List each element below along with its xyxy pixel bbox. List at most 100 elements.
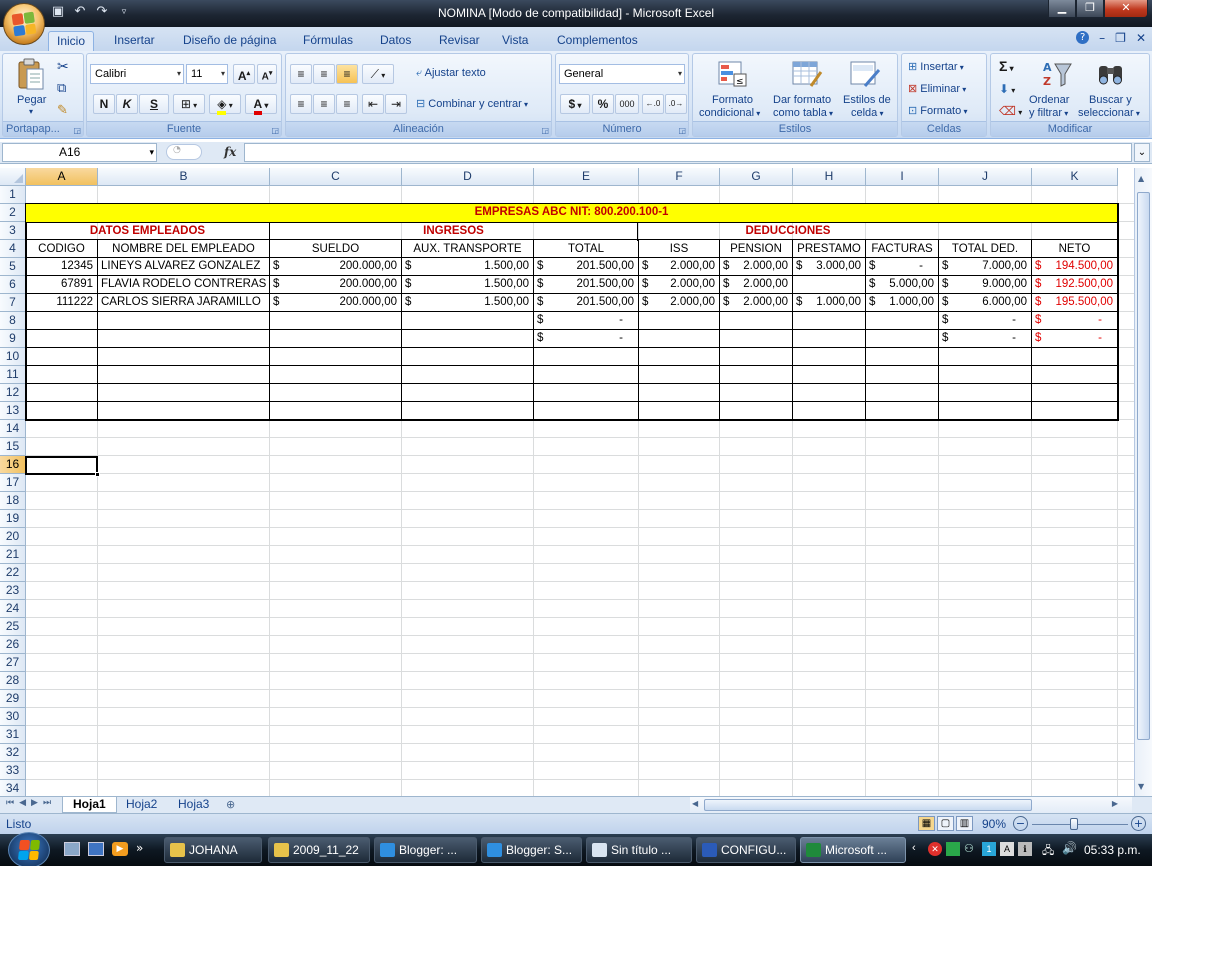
row-header-27[interactable]: 27 (0, 654, 26, 672)
row-header-28[interactable]: 28 (0, 672, 26, 690)
media-player-icon[interactable]: ▶ (112, 842, 128, 856)
orientation-button[interactable]: ⟋ ▾ (362, 64, 394, 84)
cell-neto[interactable]: 194.500,00 (1044, 260, 1116, 272)
cell-facturas[interactable]: - (878, 260, 937, 272)
wrap-text-button[interactable]: ⤶ Ajustar texto (416, 67, 486, 80)
row-header-5[interactable]: 5 (0, 258, 26, 276)
row-header-26[interactable]: 26 (0, 636, 26, 654)
column-header-c[interactable]: C (270, 168, 402, 186)
cell-total-ded[interactable]: 7.000,00 (951, 260, 1030, 272)
fill-color-button[interactable]: ◈ ▾ (209, 94, 241, 115)
column-header-e[interactable]: E (534, 168, 639, 186)
tray-one-icon[interactable]: 1 (982, 842, 996, 856)
sheet-nav-icons[interactable]: ⏮◀▶⏭ (6, 798, 56, 808)
row-header-11[interactable]: 11 (0, 366, 26, 384)
row-header-7[interactable]: 7 (0, 294, 26, 312)
font-name-select[interactable]: Calibri ▾ (90, 64, 184, 84)
scroll-left-icon[interactable]: ◀ (692, 799, 698, 808)
row-header-30[interactable]: 30 (0, 708, 26, 726)
row-header-24[interactable]: 24 (0, 600, 26, 618)
row-header-29[interactable]: 29 (0, 690, 26, 708)
underline-button[interactable]: S (139, 94, 169, 114)
font-size-select[interactable]: 11 ▾ (186, 64, 228, 84)
tray-clock[interactable]: 05:33 p.m. (1084, 843, 1141, 857)
cell-pension[interactable]: 2.000,00 (732, 260, 791, 272)
office-button[interactable] (3, 3, 45, 45)
cell-aux-transporte[interactable]: 1.500,00 (414, 260, 532, 272)
close-button[interactable]: ✕ (1104, 0, 1148, 18)
cell-styles-label-1[interactable]: Estilos de (843, 94, 891, 106)
number-launcher-icon[interactable]: ◲ (678, 126, 686, 135)
scroll-up-icon[interactable]: ▲ (1138, 174, 1144, 183)
minimize-button[interactable]: ▁ (1048, 0, 1076, 18)
tray-network-status-icon[interactable]: 🖧 (1042, 842, 1054, 861)
increase-indent-icon[interactable]: ⇥ (385, 94, 407, 114)
merge-center-button[interactable]: ⊟ Combinar y centrar ▾ (416, 97, 528, 110)
tray-volume-icon[interactable]: 🔊 (1062, 841, 1077, 855)
cell-total-ded[interactable]: 6.000,00 (951, 296, 1030, 308)
decrease-indent-icon[interactable]: ⇤ (362, 94, 384, 114)
format-as-table-label-1[interactable]: Dar formato (773, 94, 831, 106)
conditional-format-icon[interactable]: ≤ (717, 58, 749, 90)
number-format-select[interactable]: General ▾ (559, 64, 685, 84)
header-pension[interactable]: PENSION (720, 243, 792, 255)
expand-formula-bar-icon[interactable]: ⌄ (1134, 143, 1150, 162)
tab-datos[interactable]: Datos (372, 31, 419, 51)
format-cells-button[interactable]: ⊡ Formato ▾ (908, 104, 968, 117)
tray-network-icon[interactable]: ⚇ (964, 842, 978, 856)
conditional-format-label-1[interactable]: Formato (712, 94, 753, 106)
alignment-launcher-icon[interactable]: ◲ (541, 126, 549, 135)
column-header-k[interactable]: K (1032, 168, 1118, 186)
header-nombre[interactable]: NOMBRE DEL EMPLEADO (98, 243, 269, 255)
cell-nombre[interactable]: CARLOS SIERRA JARAMILLO (98, 296, 268, 308)
align-top-icon[interactable]: ≡ (290, 64, 312, 84)
taskbar-item-1[interactable]: 2009_11_22 (268, 837, 370, 863)
clear-icon[interactable]: ⌫ ▾ (999, 104, 1022, 118)
ribbon-minimize-icon[interactable]: – (1099, 31, 1105, 45)
scroll-right-icon[interactable]: ▶ (1112, 799, 1118, 808)
row-header-13[interactable]: 13 (0, 402, 26, 420)
align-right-icon[interactable]: ≡ (336, 94, 358, 114)
cell-codigo[interactable]: 67891 (26, 278, 96, 290)
fill-handle[interactable] (95, 472, 100, 477)
percent-button[interactable]: % (592, 94, 614, 114)
row-header-9[interactable]: 9 (0, 330, 26, 348)
align-bottom-icon[interactable]: ≡ (336, 64, 358, 84)
row-header-34[interactable]: 34 (0, 780, 26, 796)
tray-info-icon[interactable]: ℹ (1018, 842, 1032, 856)
cell-neto[interactable]: 195.500,00 (1044, 296, 1116, 308)
scroll-down-icon[interactable]: ▼ (1138, 782, 1144, 791)
ribbon-restore-icon[interactable]: ❐ (1115, 31, 1126, 45)
row-header-32[interactable]: 32 (0, 744, 26, 762)
sort-filter-label-2[interactable]: y filtrar ▾ (1029, 107, 1068, 119)
spreadsheet-grid[interactable]: ABCDEFGHIJK 1 2 3 4 5 6 7 8 9 10 11 12 13 14 15 16 17 18 1… (0, 168, 1134, 796)
cell-prestamo[interactable]: 3.000,00 (805, 260, 864, 272)
font-launcher-icon[interactable]: ◲ (271, 126, 279, 135)
decrease-decimal-icon[interactable]: .0→ (665, 94, 687, 114)
cell-sueldo[interactable]: 200.000,00 (282, 260, 400, 272)
insert-sheet-icon[interactable]: ⊕ (226, 798, 235, 811)
cell-styles-icon[interactable] (849, 58, 881, 90)
header-sueldo[interactable]: SUELDO (270, 243, 401, 255)
row-header-21[interactable]: 21 (0, 546, 26, 564)
vertical-scrollbar[interactable]: ▲ ▼ (1134, 168, 1152, 796)
sheet-tab-hoja1[interactable]: Hoja1 (62, 797, 117, 813)
row-header-31[interactable]: 31 (0, 726, 26, 744)
row-header-15[interactable]: 15 (0, 438, 26, 456)
row-header-20[interactable]: 20 (0, 528, 26, 546)
tray-security-icon[interactable]: ✕ (928, 842, 942, 856)
start-button[interactable] (8, 832, 50, 866)
bold-button[interactable]: N (93, 94, 115, 114)
cell-total-ded[interactable]: 9.000,00 (951, 278, 1030, 290)
cell-sueldo[interactable]: 200.000,00 (282, 296, 400, 308)
grow-font-button[interactable]: A▴ (233, 64, 255, 84)
header-neto[interactable]: NETO (1032, 243, 1117, 255)
column-header-i[interactable]: I (866, 168, 939, 186)
cell-iss[interactable]: 2.000,00 (651, 278, 718, 290)
header-prestamo[interactable]: PRESTAMO (793, 243, 865, 255)
cell-neto[interactable]: - (1044, 332, 1116, 344)
delete-cells-button[interactable]: ⊠ Eliminar ▾ (908, 82, 966, 95)
align-left-icon[interactable]: ≡ (290, 94, 312, 114)
format-as-table-icon[interactable] (791, 58, 823, 90)
column-header-f[interactable]: F (639, 168, 720, 186)
